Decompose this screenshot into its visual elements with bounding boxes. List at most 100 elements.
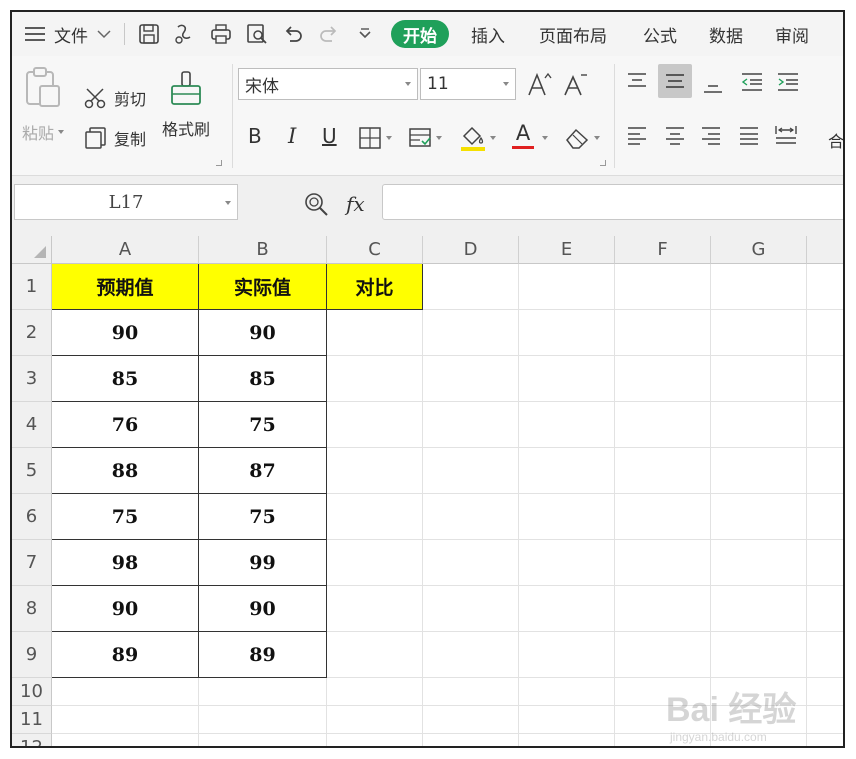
cell-d5[interactable] (423, 448, 519, 494)
cell-h7[interactable] (807, 540, 843, 586)
row-header-11[interactable]: 11 (12, 706, 52, 734)
cell-g11[interactable] (711, 706, 807, 734)
cell-h4[interactable] (807, 402, 843, 448)
cell-a4[interactable]: 76 (52, 402, 199, 448)
cell-d3[interactable] (423, 356, 519, 402)
customize-quick-access-button[interactable] (347, 12, 383, 56)
italic-button[interactable]: I (288, 124, 296, 148)
cell-e6[interactable] (519, 494, 615, 540)
cell-g9[interactable] (711, 632, 807, 678)
column-header-c[interactable]: C (327, 236, 423, 264)
decrease-font-size-button[interactable] (562, 70, 590, 98)
column-header-b[interactable]: B (199, 236, 327, 264)
merge-cells-button[interactable]: 合 (828, 128, 843, 152)
cut-button[interactable]: 剪切 (84, 86, 146, 110)
cell-b9[interactable]: 89 (199, 632, 327, 678)
tab-page-layout[interactable]: 页面布局 (519, 12, 627, 56)
save-button[interactable] (131, 12, 167, 56)
align-left-button[interactable] (626, 126, 648, 146)
cell-c5[interactable] (327, 448, 423, 494)
cell-b4[interactable]: 75 (199, 402, 327, 448)
cell-g10[interactable] (711, 678, 807, 706)
cell-a1[interactable]: 预期值 (52, 264, 199, 310)
cell-b1[interactable]: 实际值 (199, 264, 327, 310)
tab-formulas[interactable]: 公式 (627, 12, 693, 56)
cell-c2[interactable] (327, 310, 423, 356)
cell-d4[interactable] (423, 402, 519, 448)
row-header-5[interactable]: 5 (12, 448, 52, 494)
cell-h5[interactable] (807, 448, 843, 494)
cell-e12[interactable] (519, 734, 615, 746)
cell-e1[interactable] (519, 264, 615, 310)
print-preview-button[interactable] (239, 12, 275, 56)
cell-f10[interactable] (615, 678, 711, 706)
font-size-select[interactable]: 11 (420, 68, 516, 100)
cell-g5[interactable] (711, 448, 807, 494)
distributed-align-button[interactable] (774, 124, 798, 146)
redo-button[interactable] (311, 12, 347, 56)
cell-e2[interactable] (519, 310, 615, 356)
cell-f7[interactable] (615, 540, 711, 586)
align-top-button[interactable] (626, 72, 648, 92)
cell-f4[interactable] (615, 402, 711, 448)
align-middle-button[interactable] (658, 64, 692, 98)
row-header-2[interactable]: 2 (12, 310, 52, 356)
cell-d7[interactable] (423, 540, 519, 586)
zoom-formula-button[interactable] (304, 192, 330, 222)
cell-g12[interactable] (711, 734, 807, 746)
tab-review[interactable]: 审阅 (759, 12, 825, 56)
cell-c9[interactable] (327, 632, 423, 678)
row-header-12[interactable]: 12 (12, 734, 52, 746)
cell-c6[interactable] (327, 494, 423, 540)
increase-font-size-button[interactable] (526, 70, 554, 98)
name-box[interactable]: L17 (14, 184, 238, 220)
format-painter-button[interactable]: 格式刷 (162, 70, 210, 140)
cell-g3[interactable] (711, 356, 807, 402)
column-header-g[interactable]: G (711, 236, 807, 264)
print-button[interactable] (203, 12, 239, 56)
row-header-3[interactable]: 3 (12, 356, 52, 402)
underline-button[interactable]: U (322, 124, 337, 148)
cell-a5[interactable]: 88 (52, 448, 199, 494)
tab-data[interactable]: 数据 (693, 12, 759, 56)
tab-home[interactable]: 开始 (391, 20, 449, 48)
row-header-10[interactable]: 10 (12, 678, 52, 706)
cell-h10[interactable] (807, 678, 843, 706)
cell-f5[interactable] (615, 448, 711, 494)
cell-h2[interactable] (807, 310, 843, 356)
cell-b12[interactable] (199, 734, 327, 746)
cell-d11[interactable] (423, 706, 519, 734)
clear-format-button[interactable] (564, 126, 600, 150)
file-menu[interactable]: 文件 (12, 12, 118, 56)
font-color-button[interactable]: A (512, 122, 534, 149)
cell-b7[interactable]: 99 (199, 540, 327, 586)
cell-a3[interactable]: 85 (52, 356, 199, 402)
cell-a7[interactable]: 98 (52, 540, 199, 586)
cell-c10[interactable] (327, 678, 423, 706)
cell-e4[interactable] (519, 402, 615, 448)
paste-button[interactable]: 粘贴 (20, 66, 66, 144)
quick-format-button[interactable] (167, 12, 203, 56)
insert-function-button[interactable]: fx (346, 192, 365, 216)
cell-e5[interactable] (519, 448, 615, 494)
cell-f9[interactable] (615, 632, 711, 678)
font-dialog-launcher[interactable] (600, 160, 606, 166)
cell-a6[interactable]: 75 (52, 494, 199, 540)
cell-e8[interactable] (519, 586, 615, 632)
cell-h12[interactable] (807, 734, 843, 746)
cell-f2[interactable] (615, 310, 711, 356)
align-right-button[interactable] (700, 126, 722, 146)
column-header-e[interactable]: E (519, 236, 615, 264)
cell-g6[interactable] (711, 494, 807, 540)
cell-g2[interactable] (711, 310, 807, 356)
cell-b8[interactable]: 90 (199, 586, 327, 632)
cell-a2[interactable]: 90 (52, 310, 199, 356)
tab-insert[interactable]: 插入 (457, 12, 519, 56)
cell-f3[interactable] (615, 356, 711, 402)
cell-d8[interactable] (423, 586, 519, 632)
cell-c3[interactable] (327, 356, 423, 402)
row-header-8[interactable]: 8 (12, 586, 52, 632)
cell-a8[interactable]: 90 (52, 586, 199, 632)
cell-d1[interactable] (423, 264, 519, 310)
fill-color-button[interactable] (460, 124, 496, 152)
